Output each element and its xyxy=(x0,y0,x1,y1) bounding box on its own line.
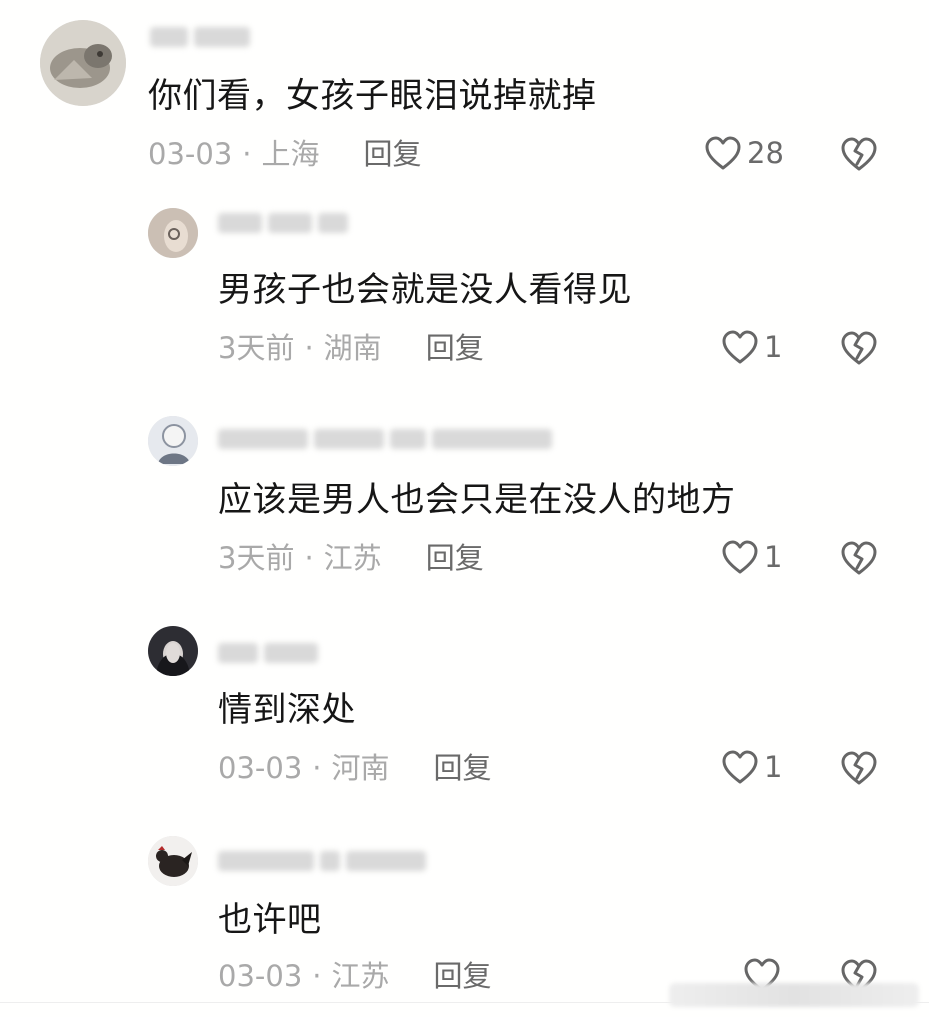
dislike-button[interactable] xyxy=(838,538,880,578)
avatar[interactable] xyxy=(148,836,198,886)
comment-text: 你们看，女孩子眼泪说掉就掉 xyxy=(148,76,597,116)
broken-heart-icon xyxy=(841,137,877,171)
comment-date: 03-03 xyxy=(148,137,233,171)
meta-separator: · xyxy=(312,959,322,993)
comment-location: 上海 xyxy=(261,137,320,171)
dislike-button[interactable] xyxy=(838,328,880,368)
comment-text: 应该是男人也会只是在没人的地方 xyxy=(218,480,736,520)
reply-button[interactable]: 回复 xyxy=(426,330,484,366)
comment-location: 江苏 xyxy=(323,541,382,575)
comment-location: 湖南 xyxy=(323,331,382,365)
username-blurred[interactable] xyxy=(150,24,250,50)
username-blurred[interactable] xyxy=(218,210,348,236)
meta-separator: · xyxy=(242,137,252,171)
comment-meta: 3天前 · 江苏 回复 xyxy=(218,540,484,576)
heart-outline-icon xyxy=(722,330,758,364)
character-avatar-image xyxy=(148,416,198,466)
comment-item: 你们看，女孩子眼泪说掉就掉 03-03 · 上海 回复 28 xyxy=(0,0,929,190)
heart-outline-icon xyxy=(722,750,758,784)
broken-heart-icon xyxy=(841,751,877,785)
comment-meta: 03-03 · 江苏 回复 xyxy=(218,958,492,994)
like-count: 28 xyxy=(747,136,784,170)
avatar[interactable] xyxy=(148,416,198,466)
comment-text: 也许吧 xyxy=(218,900,322,940)
comment-thread: 你们看，女孩子眼泪说掉就掉 03-03 · 上海 回复 28 男孩子也会就是没人… xyxy=(0,0,929,1017)
meta-separator: · xyxy=(304,541,314,575)
dislike-button[interactable] xyxy=(838,134,880,174)
comment-meta: 3天前 · 湖南 回复 xyxy=(218,330,484,366)
reply-item: 男孩子也会就是没人看得见 3天前 · 湖南 回复 1 xyxy=(0,190,929,390)
comment-date: 03-03 xyxy=(218,959,303,993)
username-blurred[interactable] xyxy=(218,426,552,452)
dislike-button[interactable] xyxy=(838,748,880,788)
comment-date: 3天前 xyxy=(218,541,295,575)
comment-meta: 03-03 · 上海 回复 xyxy=(148,136,422,172)
comment-meta: 03-03 · 河南 回复 xyxy=(218,750,492,786)
like-button[interactable]: 1 xyxy=(720,538,782,576)
username-blurred[interactable] xyxy=(218,848,426,874)
like-count: 1 xyxy=(764,540,783,574)
reply-button[interactable]: 回复 xyxy=(434,958,492,994)
rooster-avatar-image xyxy=(148,836,198,886)
dark-hair-avatar-image xyxy=(148,626,198,676)
like-count: 1 xyxy=(764,330,783,364)
comment-date: 03-03 xyxy=(218,751,303,785)
like-button[interactable]: 1 xyxy=(720,748,782,786)
like-count: 1 xyxy=(764,750,783,784)
avatar[interactable] xyxy=(148,626,198,676)
broken-heart-icon xyxy=(841,331,877,365)
comment-location: 河南 xyxy=(331,751,390,785)
meta-separator: · xyxy=(312,751,322,785)
like-button[interactable]: 28 xyxy=(703,134,784,172)
heart-outline-icon xyxy=(722,540,758,574)
cat-avatar-image xyxy=(40,20,126,106)
like-button[interactable]: 1 xyxy=(720,328,782,366)
avatar[interactable] xyxy=(40,20,126,106)
reply-button[interactable]: 回复 xyxy=(426,540,484,576)
username-blurred[interactable] xyxy=(218,640,318,666)
reply-button[interactable]: 回复 xyxy=(364,136,422,172)
reply-item: 情到深处 03-03 · 河南 回复 1 xyxy=(0,610,929,820)
meta-separator: · xyxy=(304,331,314,365)
heart-outline-icon xyxy=(705,136,741,170)
comment-text: 男孩子也会就是没人看得见 xyxy=(218,270,632,310)
avatar[interactable] xyxy=(148,208,198,258)
comment-text: 情到深处 xyxy=(218,690,356,730)
comment-date: 3天前 xyxy=(218,331,295,365)
hand-avatar-image xyxy=(148,208,198,258)
broken-heart-icon xyxy=(841,541,877,575)
reply-button[interactable]: 回复 xyxy=(434,750,492,786)
watermark-blurred xyxy=(669,983,919,1007)
comment-location: 江苏 xyxy=(331,959,390,993)
reply-item: 应该是男人也会只是在没人的地方 3天前 · 江苏 回复 1 xyxy=(0,400,929,610)
